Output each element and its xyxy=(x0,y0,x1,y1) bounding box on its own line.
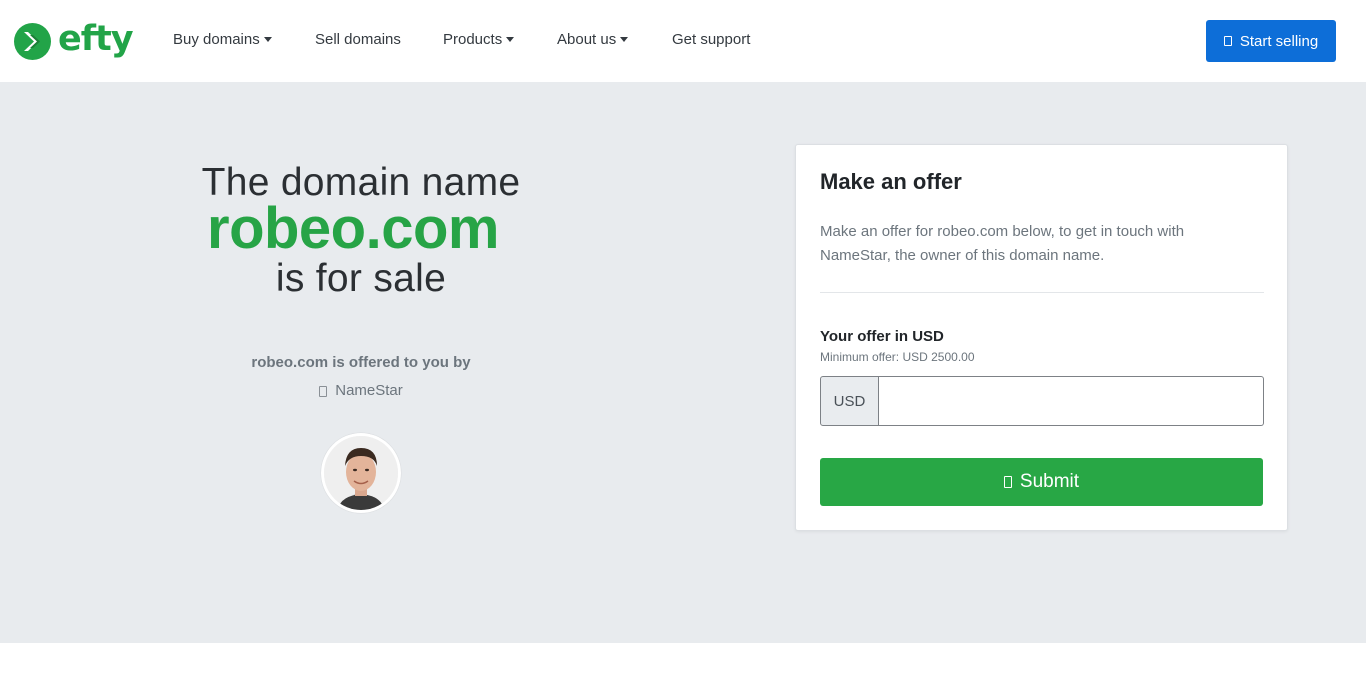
nav-about-us[interactable]: About us xyxy=(557,30,629,50)
top-navbar: efty Buy domains Sell domains Products A… xyxy=(0,0,1366,82)
nav-products-label: Products xyxy=(443,31,503,48)
offered-by-text: robeo.com is offered to you by xyxy=(251,354,471,371)
headline-for-sale: is for sale xyxy=(275,257,447,300)
nav-get-support-label: Get support xyxy=(672,31,751,48)
currency-prefix: USD xyxy=(820,376,879,426)
start-selling-button[interactable]: Start selling xyxy=(1206,20,1336,62)
submit-label: Submit xyxy=(1019,471,1080,492)
store-icon xyxy=(1223,36,1232,46)
caret-down-icon xyxy=(620,36,629,42)
card-divider xyxy=(820,292,1264,293)
owner-avatar xyxy=(321,433,401,513)
nav-buy-domains-label: Buy domains xyxy=(173,31,260,48)
owner-link[interactable]: NameStar xyxy=(0,381,722,401)
make-offer-description: Make an offer for robeo.com below, to ge… xyxy=(820,223,1185,264)
nav-products[interactable]: Products xyxy=(443,30,515,50)
submit-offer-button[interactable]: Submit xyxy=(820,458,1263,506)
nav-sell-domains-label: Sell domains xyxy=(315,31,401,48)
minimum-offer-hint: Minimum offer: USD 2500.00 xyxy=(820,350,975,364)
caret-down-icon xyxy=(263,36,272,42)
make-offer-title: Make an offer xyxy=(820,169,962,194)
owner-name: NameStar xyxy=(335,382,403,399)
caret-down-icon xyxy=(506,36,515,42)
offer-input-group: USD xyxy=(820,376,1264,426)
efty-logo[interactable]: efty xyxy=(14,18,134,62)
user-icon xyxy=(319,385,328,397)
domain-name-heading: robeo.com xyxy=(207,196,500,261)
start-selling-label: Start selling xyxy=(1239,32,1319,50)
make-offer-card: Make an offer Make an offer for robeo.co… xyxy=(795,144,1288,531)
nav-sell-domains[interactable]: Sell domains xyxy=(315,30,401,50)
offer-amount-label: Your offer in USD xyxy=(820,328,944,345)
offer-amount-input[interactable] xyxy=(879,376,1264,426)
efty-logo-mark-icon xyxy=(14,22,51,60)
efty-logo-text: efty xyxy=(58,18,134,59)
nav-get-support[interactable]: Get support xyxy=(672,30,750,50)
nav-about-us-label: About us xyxy=(557,31,617,48)
nav-buy-domains[interactable]: Buy domains xyxy=(173,30,272,50)
send-icon xyxy=(1003,476,1012,488)
owner-photo xyxy=(324,436,398,510)
